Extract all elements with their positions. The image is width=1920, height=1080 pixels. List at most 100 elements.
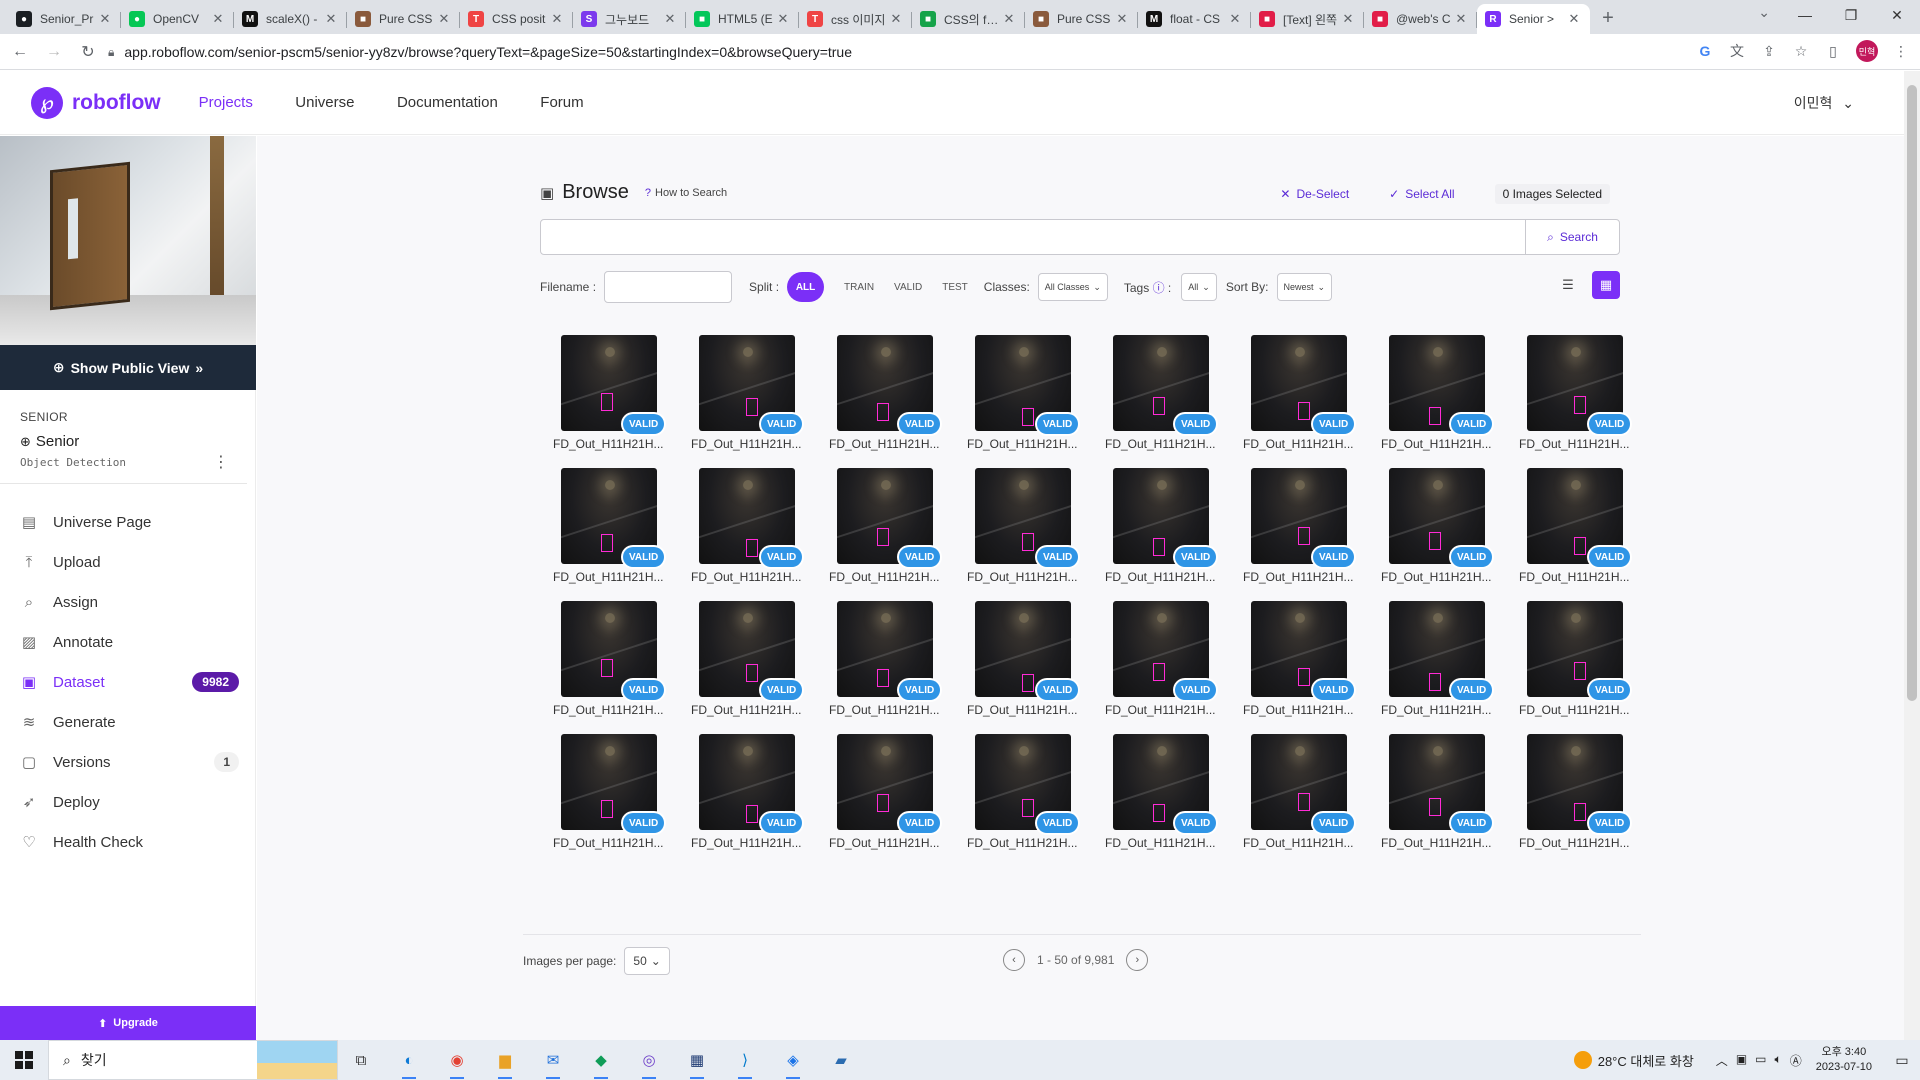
image-card[interactable]: FD_Out_H11H21H... VALID [678,335,816,451]
image-card[interactable]: FD_Out_H11H21H... VALID [954,601,1092,717]
forward-button[interactable]: → [40,38,68,66]
tab-search-icon[interactable]: ⌄ [1758,4,1770,21]
image-card[interactable]: FD_Out_H11H21H... VALID [678,601,816,717]
browser-tab[interactable]: R Senior > ✕ [1477,4,1590,34]
close-tab-icon[interactable]: ✕ [1114,11,1130,27]
image-card[interactable]: FD_Out_H11H21H... VALID [1230,468,1368,584]
image-card[interactable]: FD_Out_H11H21H... VALID [816,468,954,584]
show-public-view-button[interactable]: ⊕ Show Public View » [0,345,256,390]
scrollbar-thumb[interactable] [1907,85,1917,701]
image-card[interactable]: FD_Out_H11H21H... VALID [540,734,678,850]
close-tab-icon[interactable]: ✕ [1340,11,1356,27]
close-tab-icon[interactable]: ✕ [1453,11,1469,27]
sidebar-item-assign[interactable]: ⌕ Assign [0,582,255,622]
upgrade-button[interactable]: ⬆ Upgrade [0,1006,256,1040]
project-options-icon[interactable]: ⋮ [213,452,229,472]
deselect-button[interactable]: ✕ De-Select [1280,187,1349,201]
app-network-icon[interactable]: ▦ [682,1045,712,1079]
sidebar-item-annotate[interactable]: ▨ Annotate [0,622,255,662]
profile-avatar[interactable]: 민혁 [1856,40,1878,62]
nav-documentation[interactable]: Documentation [397,94,498,111]
next-page-button[interactable]: › [1126,949,1149,971]
clock[interactable]: 오후 3:40 2023-07-10 [1816,1045,1872,1075]
close-tab-icon[interactable]: ✕ [97,11,113,27]
page-scrollbar[interactable] [1904,71,1920,1040]
browser-tab[interactable]: ■ Pure CSS ✕ [347,4,460,34]
new-tab-button[interactable]: + [1594,4,1622,32]
nav-universe[interactable]: Universe [295,94,354,111]
close-tab-icon[interactable]: ✕ [662,11,678,27]
classes-select[interactable]: All Classes ⌄ [1037,273,1108,301]
browser-tab[interactable]: ■ [Text] 왼쪽 ✕ [1251,4,1364,34]
image-card[interactable]: FD_Out_H11H21H... VALID [1368,734,1506,850]
image-card[interactable]: FD_Out_H11H21H... VALID [1092,734,1230,850]
start-button[interactable] [0,1040,48,1080]
image-card[interactable]: FD_Out_H11H21H... VALID [678,468,816,584]
url-field[interactable]: 🔒︎ app.roboflow.com/senior-pscm5/senior-… [108,38,1696,66]
app-green-icon[interactable]: ◆ [586,1045,616,1079]
image-card[interactable]: FD_Out_H11H21H... VALID [954,335,1092,451]
maximize-button[interactable]: ❐ [1828,0,1874,30]
browser-tab[interactable]: T CSS posit ✕ [460,4,573,34]
select-all-button[interactable]: ✓ Select All [1389,187,1454,201]
split-test[interactable]: TEST [932,272,978,302]
file-explorer-icon[interactable]: ▆ [490,1045,520,1079]
grid-view-icon[interactable]: ▦ [1592,271,1620,299]
prev-page-button[interactable]: ‹ [1003,949,1025,971]
browser-menu-icon[interactable]: ⋮ [1892,43,1910,60]
mail-icon[interactable]: ✉ [538,1045,568,1079]
user-menu[interactable]: 이민혁 ⌄ [1794,93,1854,113]
share-icon[interactable]: ⇪ [1760,43,1778,60]
close-tab-icon[interactable]: ✕ [549,11,565,27]
minimize-button[interactable]: — [1782,0,1828,30]
bookmark-star-icon[interactable]: ☆ [1792,43,1810,60]
filename-input[interactable] [604,271,733,303]
image-card[interactable]: FD_Out_H11H21H... VALID [540,601,678,717]
tags-select[interactable]: All ⌄ [1181,273,1217,301]
sidebar-item-deploy[interactable]: ➶ Deploy [0,782,255,822]
image-card[interactable]: FD_Out_H11H21H... VALID [1368,601,1506,717]
how-to-search-link[interactable]: ? How to Search [645,187,727,199]
close-tab-icon[interactable]: ✕ [775,11,791,27]
image-card[interactable]: FD_Out_H11H21H... VALID [816,734,954,850]
close-tab-icon[interactable]: ✕ [436,11,452,27]
network-icon[interactable]: ▭ [1755,1052,1766,1069]
search-button[interactable]: ⌕ Search [1525,220,1619,254]
volume-icon[interactable]: 🔈︎ [1775,1052,1782,1069]
close-tab-icon[interactable]: ✕ [1566,11,1582,27]
chevron-up-icon[interactable]: ︿ [1716,1052,1728,1069]
image-card[interactable]: FD_Out_H11H21H... VALID [1092,601,1230,717]
list-view-icon[interactable]: ☰ [1554,271,1582,299]
reload-button[interactable]: ↻ [74,38,102,66]
image-card[interactable]: FD_Out_H11H21H... VALID [1230,734,1368,850]
browser-tab[interactable]: ■ Pure CSS ✕ [1025,4,1138,34]
vscode-icon[interactable]: ⟩ [730,1045,760,1079]
notification-icon[interactable]: ▭ [1884,1052,1920,1069]
image-card[interactable]: FD_Out_H11H21H... VALID [1230,335,1368,451]
github-desktop-icon[interactable]: ◎ [634,1045,664,1079]
image-card[interactable]: FD_Out_H11H21H... VALID [954,468,1092,584]
browser-tab[interactable]: Tcss 이미지 ✕ [799,4,912,34]
nav-forum[interactable]: Forum [540,94,583,111]
browser-tab[interactable]: Mfloat - CS ✕ [1138,4,1251,34]
edge-icon[interactable]: ◐ [394,1045,424,1079]
image-card[interactable]: FD_Out_H11H21H... VALID [1092,335,1230,451]
image-card[interactable]: FD_Out_H11H21H... VALID [954,734,1092,850]
sidebar-item-dataset[interactable]: ▣ Dataset 9982 [0,662,255,702]
close-window-button[interactable]: ✕ [1874,0,1920,30]
image-card[interactable]: FD_Out_H11H21H... VALID [1092,468,1230,584]
ime-icon[interactable]: Ⓐ [1790,1052,1802,1069]
sidebar-item-health-check[interactable]: ♡ Health Check [0,822,255,862]
app-note-icon[interactable]: ▰ [826,1045,856,1075]
image-card[interactable]: FD_Out_H11H21H... VALID [540,335,678,451]
task-view-icon[interactable]: ⧉ [346,1045,376,1075]
close-tab-icon[interactable]: ✕ [1001,11,1017,27]
close-tab-icon[interactable]: ✕ [323,11,339,27]
image-card[interactable]: FD_Out_H11H21H... VALID [816,601,954,717]
translate-icon[interactable]: 文 [1728,41,1746,61]
taskbar-search[interactable]: ⌕ 찾기 [48,1040,338,1080]
split-all[interactable]: ALL [787,272,825,302]
close-tab-icon[interactable]: ✕ [888,11,904,27]
meet-icon[interactable]: ▣ [1736,1052,1747,1069]
image-card[interactable]: FD_Out_H11H21H... VALID [1230,601,1368,717]
